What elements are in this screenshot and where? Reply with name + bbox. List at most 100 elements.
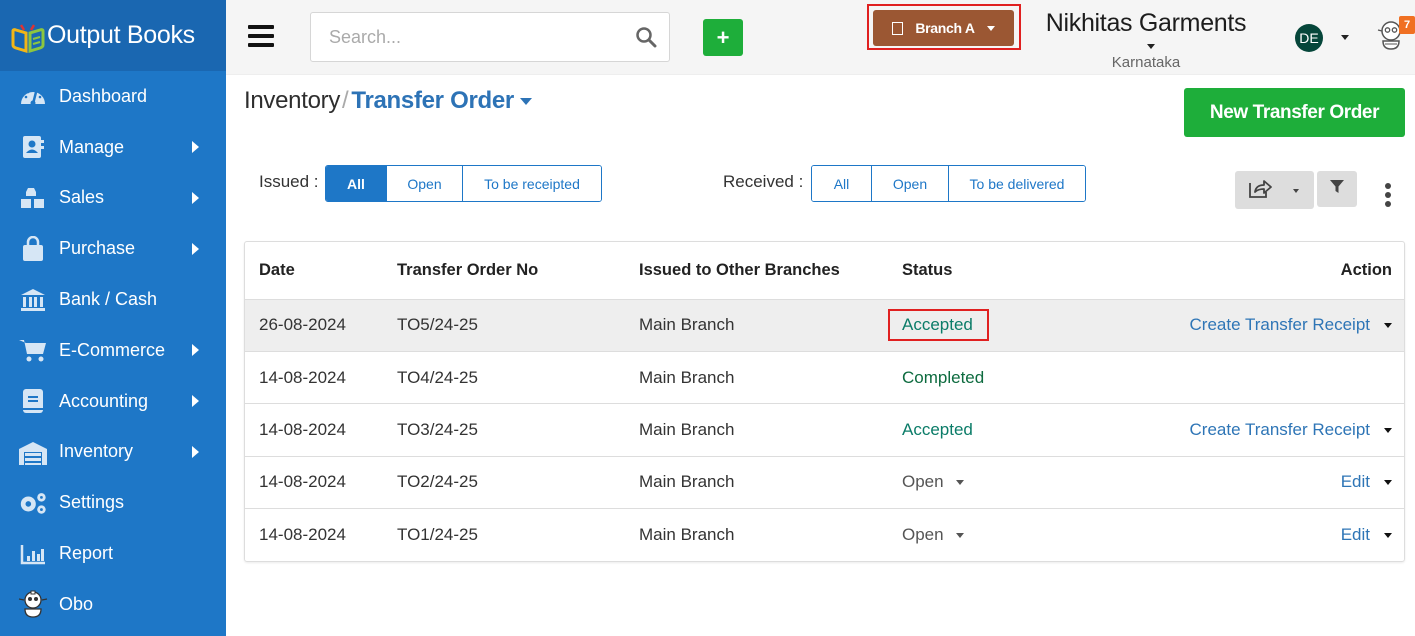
funnel-icon xyxy=(1330,179,1344,199)
sidebar-item-dashboard[interactable]: Dashboard xyxy=(0,71,226,122)
breadcrumb-current-page[interactable]: Transfer Order xyxy=(351,87,514,114)
branch-selector-button[interactable]: Branch A xyxy=(873,10,1014,46)
cell-action: Edit xyxy=(1088,455,1404,509)
create-transfer-receipt-link[interactable]: Create Transfer Receipt xyxy=(1190,315,1370,334)
main-content: Inventory/Transfer Order New Transfer Or… xyxy=(244,76,1415,636)
caret-right-icon xyxy=(192,344,199,357)
caret-right-icon xyxy=(192,141,199,154)
warehouse-icon xyxy=(18,439,48,465)
cell-action xyxy=(1088,350,1404,404)
sidebar-item-e-commerce[interactable]: E-Commerce xyxy=(0,325,226,376)
dashboard-gauge-icon xyxy=(18,83,48,109)
action-caret-down-icon[interactable] xyxy=(1384,480,1392,486)
cell-status: Open xyxy=(888,455,1088,509)
caret-down-icon[interactable] xyxy=(519,98,532,106)
create-transfer-receipt-link[interactable]: Create Transfer Receipt xyxy=(1190,420,1370,439)
shopping-bag-icon xyxy=(18,235,48,262)
kebab-dot xyxy=(1385,183,1391,189)
transfer-order-table: Date Transfer Order No Issued to Other B… xyxy=(244,241,1405,562)
caret-down-icon xyxy=(1147,44,1155,50)
sidebar-item-sales[interactable]: Sales xyxy=(0,173,226,224)
cell-date: 14-08-2024 xyxy=(245,508,383,561)
cell-action: Create Transfer Receipt xyxy=(1088,403,1404,457)
action-caret-down-icon[interactable] xyxy=(1384,323,1392,329)
table-row[interactable]: 14-08-2024 TO4/24-25 Main Branch Completed xyxy=(245,350,1404,404)
edit-link[interactable]: Edit xyxy=(1341,472,1370,491)
cell-action: Create Transfer Receipt xyxy=(1088,298,1404,352)
caret-right-icon xyxy=(192,191,199,204)
status-caret-down-icon[interactable] xyxy=(955,480,964,486)
search-box xyxy=(310,12,670,62)
sidebar-item-label: Manage xyxy=(59,136,125,157)
user-avatar[interactable]: DE xyxy=(1295,24,1323,52)
export-button[interactable] xyxy=(1235,171,1314,209)
cart-icon xyxy=(18,337,48,363)
column-header-status: Status xyxy=(902,260,953,279)
table-header-row: Date Transfer Order No Issued to Other B… xyxy=(245,242,1404,299)
sidebar-item-obo[interactable]: Obo xyxy=(0,579,226,630)
cell-branch: Main Branch xyxy=(625,350,888,404)
user-menu-caret-icon[interactable] xyxy=(1341,35,1349,40)
sidebar-item-label: Sales xyxy=(59,187,105,208)
received-filter-to-be-delivered[interactable]: To be delivered xyxy=(949,166,1085,201)
issued-filter-open[interactable]: Open xyxy=(387,166,463,201)
action-caret-down-icon[interactable] xyxy=(1384,427,1392,433)
column-header-action: Action xyxy=(1340,260,1392,279)
sidebar-item-accounting[interactable]: Accounting xyxy=(0,376,226,427)
more-options-icon[interactable] xyxy=(1384,183,1392,207)
brand-name: Output Books xyxy=(47,21,195,49)
company-selector[interactable]: Nikhitas Garments Karnataka xyxy=(1041,9,1251,71)
issued-filter-all[interactable]: All xyxy=(326,166,387,201)
hamburger-line xyxy=(248,34,274,38)
status-open[interactable]: Open xyxy=(902,525,944,544)
issued-filter-group: All Open To be receipted xyxy=(325,165,602,202)
status-caret-down-icon[interactable] xyxy=(955,533,964,539)
received-filter-all[interactable]: All xyxy=(812,166,872,201)
hamburger-line xyxy=(248,43,274,47)
column-header-date: Date xyxy=(259,260,295,279)
gears-icon xyxy=(18,490,48,516)
sidebar-item-manage[interactable]: Manage xyxy=(0,122,226,173)
caret-right-icon xyxy=(192,395,199,408)
filter-button[interactable] xyxy=(1317,171,1357,207)
breadcrumb-inventory-link[interactable]: Inventory xyxy=(244,87,340,114)
sidebar-item-bank-cash[interactable]: Bank / Cash xyxy=(0,274,226,325)
share-export-icon xyxy=(1247,177,1273,204)
sidebar-item-report[interactable]: Report xyxy=(0,528,226,579)
sidebar-item-label: Obo xyxy=(59,593,94,614)
contact-book-icon xyxy=(18,134,48,160)
new-transfer-order-button[interactable]: New Transfer Order xyxy=(1184,88,1405,137)
search-input[interactable] xyxy=(311,13,611,61)
sidebar-item-label: Dashboard xyxy=(59,85,148,106)
brand[interactable]: Output Books xyxy=(0,0,226,71)
status-accepted: Accepted xyxy=(902,419,973,439)
edit-link[interactable]: Edit xyxy=(1341,525,1370,544)
received-filter-open[interactable]: Open xyxy=(872,166,949,201)
table-row[interactable]: 26-08-2024 TO5/24-25 Main Branch Accepted Cr… xyxy=(245,298,1404,352)
cell-date: 26-08-2024 xyxy=(245,298,383,352)
cell-order-no: TO2/24-25 xyxy=(383,455,625,509)
status-open[interactable]: Open xyxy=(902,472,944,491)
issued-filter-label: Issued : xyxy=(259,172,319,191)
sidebar-item-inventory[interactable]: Inventory xyxy=(0,427,226,478)
kebab-dot xyxy=(1385,192,1391,198)
received-filter-group: All Open To be delivered xyxy=(811,165,1086,202)
search-icon[interactable] xyxy=(635,26,657,48)
table-row[interactable]: 14-08-2024 TO2/24-25 Main Branch Open Edit xyxy=(245,455,1404,509)
cell-action: Edit xyxy=(1088,508,1404,561)
column-header-branch: Issued to Other Branches xyxy=(639,260,840,279)
ledger-book-icon xyxy=(18,388,48,414)
caret-right-icon xyxy=(192,445,199,458)
table-row[interactable]: 14-08-2024 TO1/24-25 Main Branch Open Edit xyxy=(245,508,1404,561)
kebab-dot xyxy=(1385,201,1391,207)
issued-filter-to-be-receipted[interactable]: To be receipted xyxy=(463,166,601,201)
menu-toggle-button[interactable] xyxy=(248,25,274,47)
column-header-order-no: Transfer Order No xyxy=(397,260,539,279)
action-caret-down-icon[interactable] xyxy=(1384,533,1392,539)
sidebar: Output Books Dashboard Manage Sales Purchas… xyxy=(0,0,226,636)
sidebar-item-settings[interactable]: Settings xyxy=(0,477,226,528)
table-row[interactable]: 14-08-2024 TO3/24-25 Main Branch Accepted Cr… xyxy=(245,403,1404,457)
sidebar-item-purchase[interactable]: Purchase xyxy=(0,223,226,274)
caret-down-icon xyxy=(1293,189,1299,193)
quick-add-button[interactable]: + xyxy=(703,19,743,56)
